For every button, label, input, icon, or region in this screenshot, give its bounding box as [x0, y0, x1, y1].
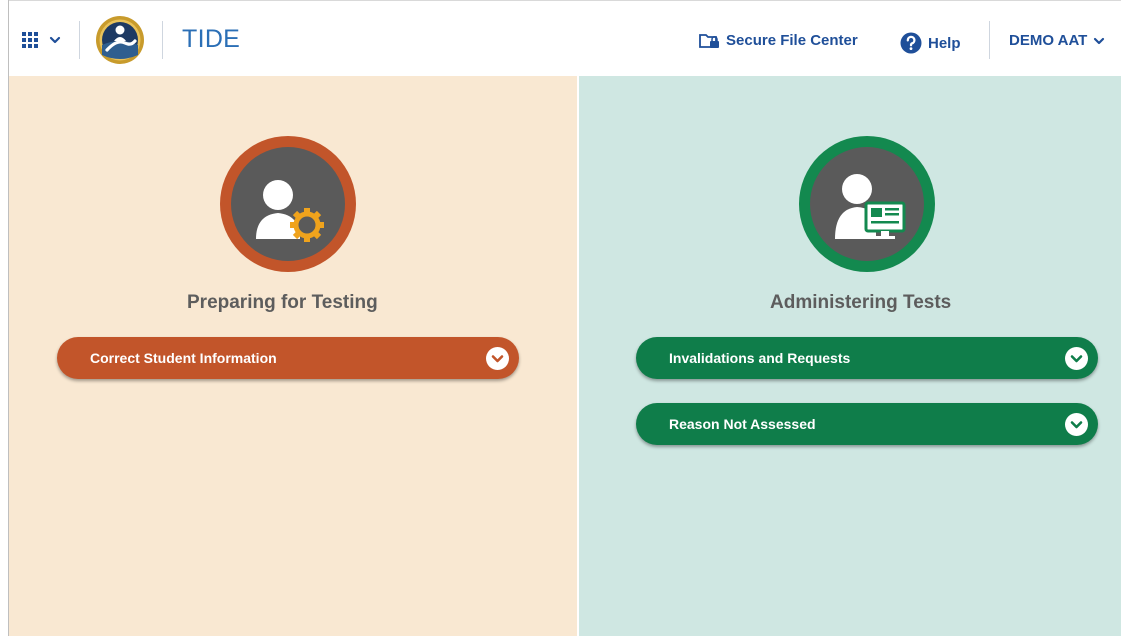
header-divider	[79, 21, 80, 59]
reason-not-assessed-accordion[interactable]: Reason Not Assessed	[636, 403, 1098, 445]
chevron-down-icon	[1094, 37, 1105, 44]
header-divider	[162, 21, 163, 59]
header-divider	[989, 21, 990, 59]
accordion-label: Reason Not Assessed	[669, 416, 816, 432]
help-label: Help	[928, 34, 961, 52]
secure-file-center-label: Secure File Center	[726, 32, 858, 49]
state-seal-logo	[95, 15, 145, 65]
app-switcher-button[interactable]	[22, 27, 72, 53]
preparing-panel: Preparing for Testing Correct Student In…	[9, 76, 577, 636]
folder-lock-icon	[699, 33, 719, 48]
app-frame: TIDE Secure File Center Help DEMO AAT Pr…	[8, 0, 1121, 636]
app-title: TIDE	[182, 25, 241, 53]
user-monitor-icon	[799, 136, 935, 272]
chevron-down-icon	[1065, 347, 1088, 370]
preparing-title: Preparing for Testing	[187, 292, 378, 313]
user-menu-button[interactable]: DEMO AAT	[1009, 32, 1105, 49]
user-gear-icon	[220, 136, 356, 272]
grid-icon	[22, 32, 38, 48]
invalidations-and-requests-accordion[interactable]: Invalidations and Requests	[636, 337, 1098, 379]
chevron-down-icon	[49, 36, 61, 44]
chevron-down-icon	[486, 347, 509, 370]
user-menu-label: DEMO AAT	[1009, 32, 1088, 49]
question-circle-icon	[900, 32, 922, 54]
correct-student-information-accordion[interactable]: Correct Student Information	[57, 337, 519, 379]
help-link[interactable]: Help	[900, 32, 961, 54]
accordion-label: Invalidations and Requests	[669, 350, 851, 366]
header-bar: TIDE Secure File Center Help DEMO AAT	[9, 0, 1121, 76]
secure-file-center-link[interactable]: Secure File Center	[699, 32, 858, 49]
accordion-label: Correct Student Information	[90, 350, 277, 366]
administering-panel: Administering Tests Invalidations and Re…	[579, 76, 1121, 636]
chevron-down-icon	[1065, 413, 1088, 436]
administering-title: Administering Tests	[770, 292, 952, 313]
